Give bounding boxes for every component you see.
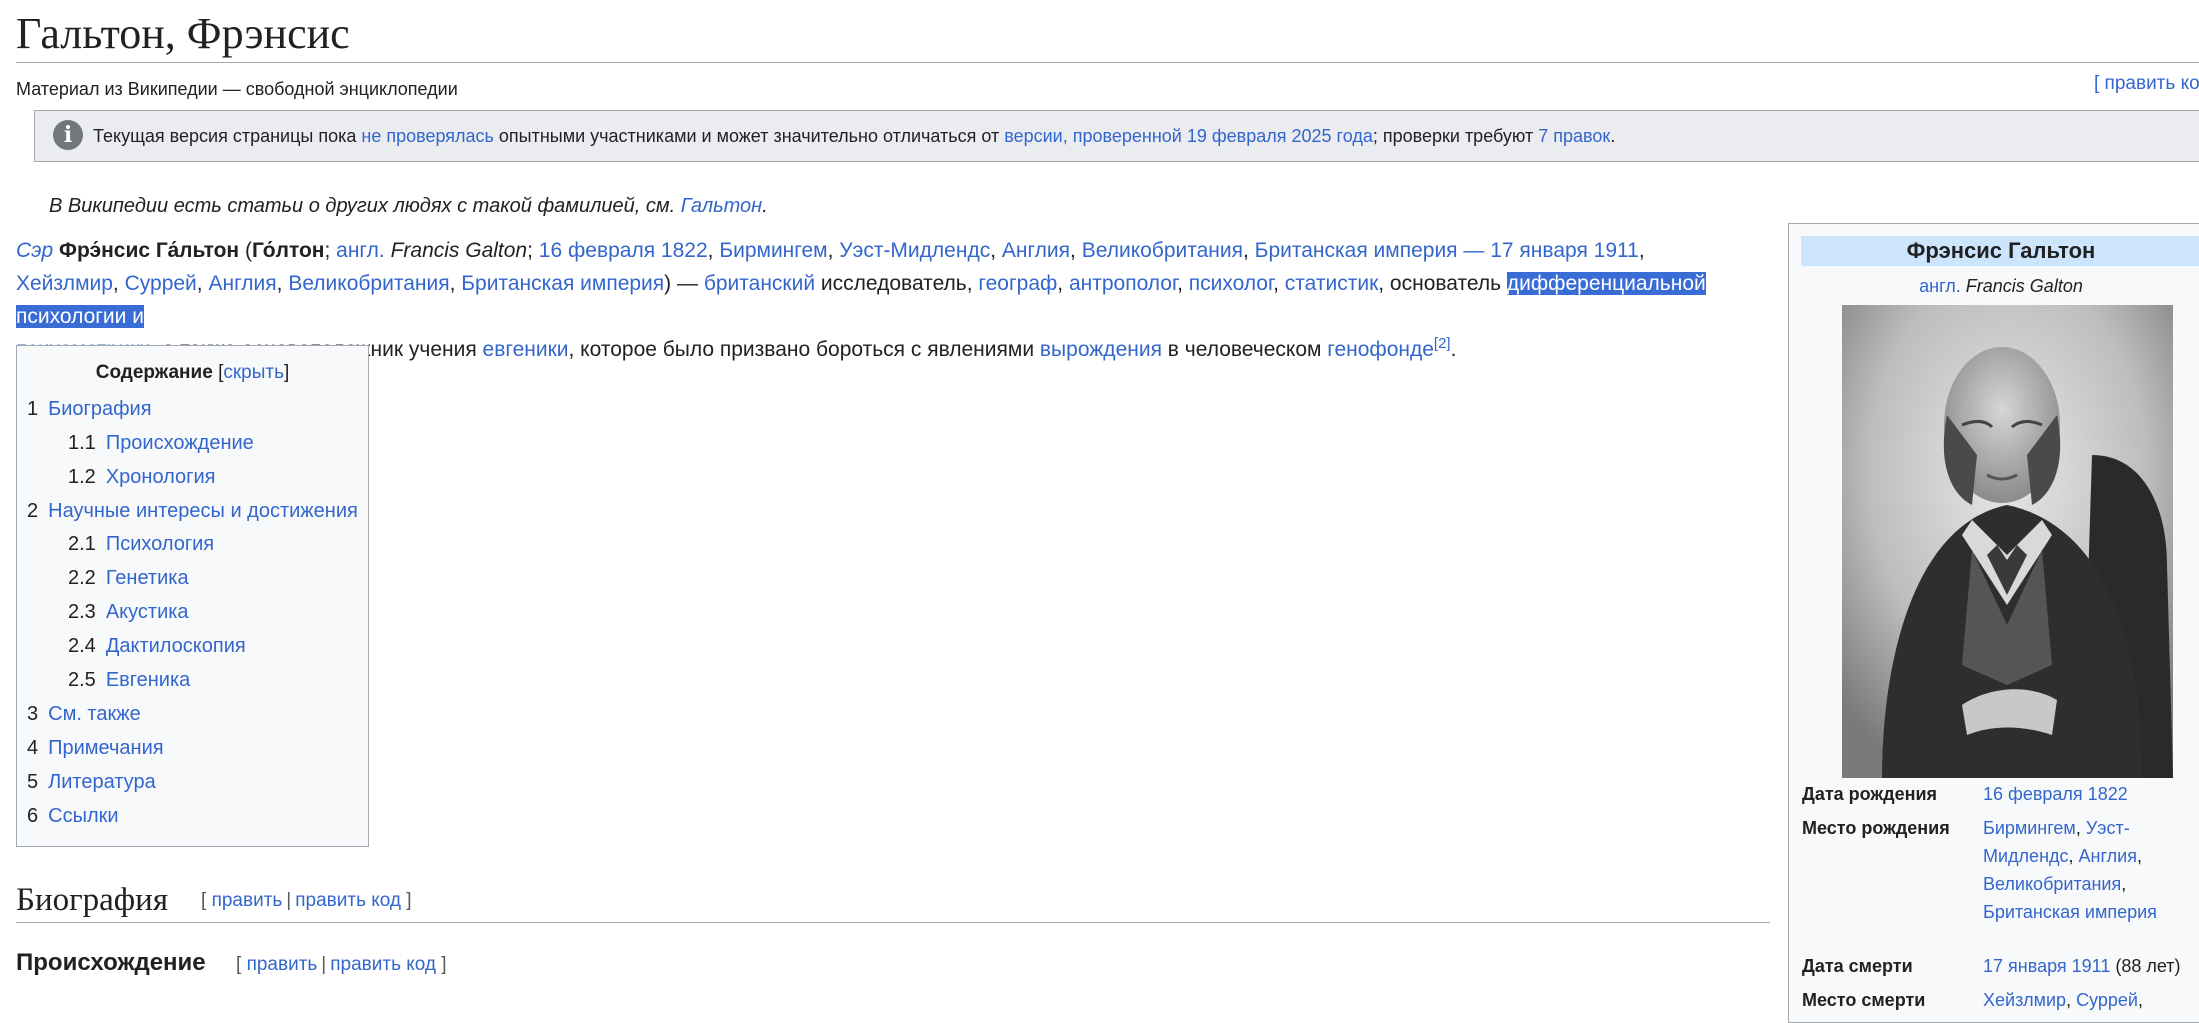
link-british-empire[interactable]: Британская империя — [1255, 239, 1458, 262]
infobox-surrey-link[interactable]: Суррей — [2076, 990, 2138, 1010]
link-british[interactable]: британский — [704, 272, 815, 295]
link-degeneration[interactable]: вырождения — [1040, 338, 1162, 361]
review-notice-text: Текущая версия страницы пока не проверял… — [93, 126, 1616, 146]
infobox: Фрэнсис Гальтон англ. Francis Galton Дат… — [1788, 223, 2199, 1023]
link-death-date[interactable]: 17 января 1911 — [1490, 239, 1639, 262]
link-uk-2[interactable]: Великобритания — [288, 272, 449, 295]
link-anthropologist[interactable]: антрополог — [1069, 272, 1177, 295]
toc-item-2-3[interactable]: 2.3 Акустика — [68, 599, 189, 625]
edit-subsection-button[interactable]: править — [247, 954, 318, 975]
toc-item-3[interactable]: 3 См. также — [27, 701, 141, 727]
link-geographer[interactable]: географ — [978, 272, 1057, 295]
subsection-edit-links: [ править | править код ] — [236, 954, 447, 975]
link-surrey[interactable]: Суррей — [125, 272, 197, 295]
infobox-title: Фрэнсис Гальтон — [1801, 236, 2199, 266]
link-eugenics[interactable]: евгеники — [483, 338, 569, 361]
section-divider — [16, 922, 1770, 923]
link-dash[interactable]: — — [1458, 239, 1491, 262]
toc-header: Содержание [скрыть] — [95, 362, 290, 383]
edit-subsection-code-button[interactable]: править код — [330, 954, 436, 975]
link-british-empire-2[interactable]: Британская империя — [461, 272, 664, 295]
infobox-haslemere-link[interactable]: Хейзлмир — [1983, 990, 2066, 1010]
link-haslemere[interactable]: Хейзлмир — [16, 272, 113, 295]
infobox-label-birth-place: Место рождения — [1802, 818, 1950, 838]
link-sir[interactable]: Сэр — [16, 239, 53, 262]
infobox-birth-date-link[interactable]: 16 февраля 1822 — [1983, 784, 2128, 804]
infobox-label-birth-date: Дата рождения — [1802, 784, 1938, 804]
infobox-original-name: англ. Francis Galton — [1919, 276, 2083, 296]
review-notice: i Текущая версия страницы пока не провер… — [34, 110, 2199, 162]
toc-item-2-1[interactable]: 2.1 Психология — [68, 531, 214, 557]
infobox-value-death-place: Хейзлмир, Суррей, — [1983, 990, 2143, 1010]
link-psychologist[interactable]: психолог — [1189, 272, 1273, 295]
toc-item-4[interactable]: 4 Примечания — [27, 735, 164, 761]
infobox-lang-link[interactable]: англ. — [1919, 276, 1961, 296]
toc-item-2-4[interactable]: 2.4 Дактилоскопия — [68, 633, 246, 659]
unreviewed-link[interactable]: не проверялась — [361, 126, 494, 146]
toc-item-1-2[interactable]: 1.2 Хронология — [68, 464, 215, 490]
title-divider — [16, 62, 2199, 63]
section-edit-links: [ править | править код ] — [201, 890, 412, 911]
section-heading-biography: Биография — [16, 882, 169, 918]
edit-code-link[interactable]: [ править ко — [2094, 73, 2199, 95]
link-birmingham[interactable]: Бирмингем — [719, 239, 827, 262]
article-page: Гальтон, Фрэнсис Материал из Википедии —… — [0, 0, 2199, 1023]
toc-item-2[interactable]: 2 Научные интересы и достижения — [27, 498, 358, 524]
infobox-value-birth-place: Бирмингем, Уэст-Мидлендс, Англия, Великоб… — [1983, 818, 2157, 922]
link-gene-pool[interactable]: генофонде — [1327, 338, 1434, 361]
link-uk[interactable]: Великобритания — [1082, 239, 1243, 262]
infobox-death-date-link[interactable]: 17 января 1911 — [1983, 956, 2110, 976]
toc-item-1-1[interactable]: 1.1 Происхождение — [68, 430, 254, 456]
link-english-lang[interactable]: англ. — [336, 239, 385, 262]
link-birth-date[interactable]: 16 февраля 1822 — [539, 239, 708, 262]
infobox-uk-link[interactable]: Великобритания — [1983, 874, 2121, 894]
site-tagline: Материал из Википедии — свободной энцикл… — [16, 79, 458, 99]
infobox-birmingham-link[interactable]: Бирмингем — [1983, 818, 2076, 838]
edit-section-button[interactable]: править — [212, 890, 283, 911]
toc-item-2-2[interactable]: 2.2 Генетика — [68, 565, 189, 591]
edit-section-code-button[interactable]: править код — [295, 890, 401, 911]
link-england[interactable]: Англия — [1002, 239, 1070, 262]
reviewed-version-link[interactable]: версии, проверенной 19 февраля 2025 года — [1004, 126, 1373, 146]
infobox-empire-link[interactable]: Британская империя — [1983, 902, 2157, 922]
toc-title: Содержание — [95, 362, 213, 383]
portrait-image — [1842, 305, 2173, 778]
subsection-heading-origin: Происхождение — [16, 949, 206, 976]
table-of-contents: Содержание [скрыть] 1 Биография 1.1 Происх… — [16, 345, 369, 847]
info-icon: i — [53, 120, 83, 150]
toc-item-1[interactable]: 1 Биография — [27, 396, 152, 422]
hatnote: В Википедии есть статьи о других людях с… — [49, 195, 768, 217]
page-title: Гальтон, Фрэнсис — [16, 9, 350, 58]
infobox-england-link[interactable]: Англия — [2079, 846, 2137, 866]
infobox-label-death-place: Место смерти — [1802, 990, 1926, 1010]
toc-item-5[interactable]: 5 Литература — [27, 769, 156, 795]
infobox-value-death-date: 17 января 1911 (88 лет) — [1983, 956, 2181, 976]
subject-alt-name: Го́лтон — [251, 239, 325, 262]
pending-edits-link[interactable]: 7 правок — [1538, 126, 1610, 146]
original-name: Francis Galton — [390, 239, 528, 262]
link-statistician[interactable]: статистик — [1285, 272, 1379, 295]
disambiguation-link[interactable]: Гальтон — [681, 195, 762, 217]
infobox-value-birth-date: 16 февраля 1822 — [1983, 780, 2199, 808]
portrait-photo[interactable] — [1842, 305, 2173, 778]
link-england-2[interactable]: Англия — [208, 272, 276, 295]
toc-hide-toggle[interactable]: скрыть — [223, 362, 284, 383]
infobox-label-death-date: Дата смерти — [1802, 956, 1913, 976]
link-west-midlands[interactable]: Уэст-Мидлендс — [839, 239, 990, 262]
toc-item-6[interactable]: 6 Ссылки — [27, 803, 119, 829]
subject-name: Фрэ́нсис Га́льтон — [59, 239, 240, 262]
toc-item-2-5[interactable]: 2.5 Евгеника — [68, 667, 190, 693]
reference-2[interactable]: [2] — [1434, 335, 1451, 352]
